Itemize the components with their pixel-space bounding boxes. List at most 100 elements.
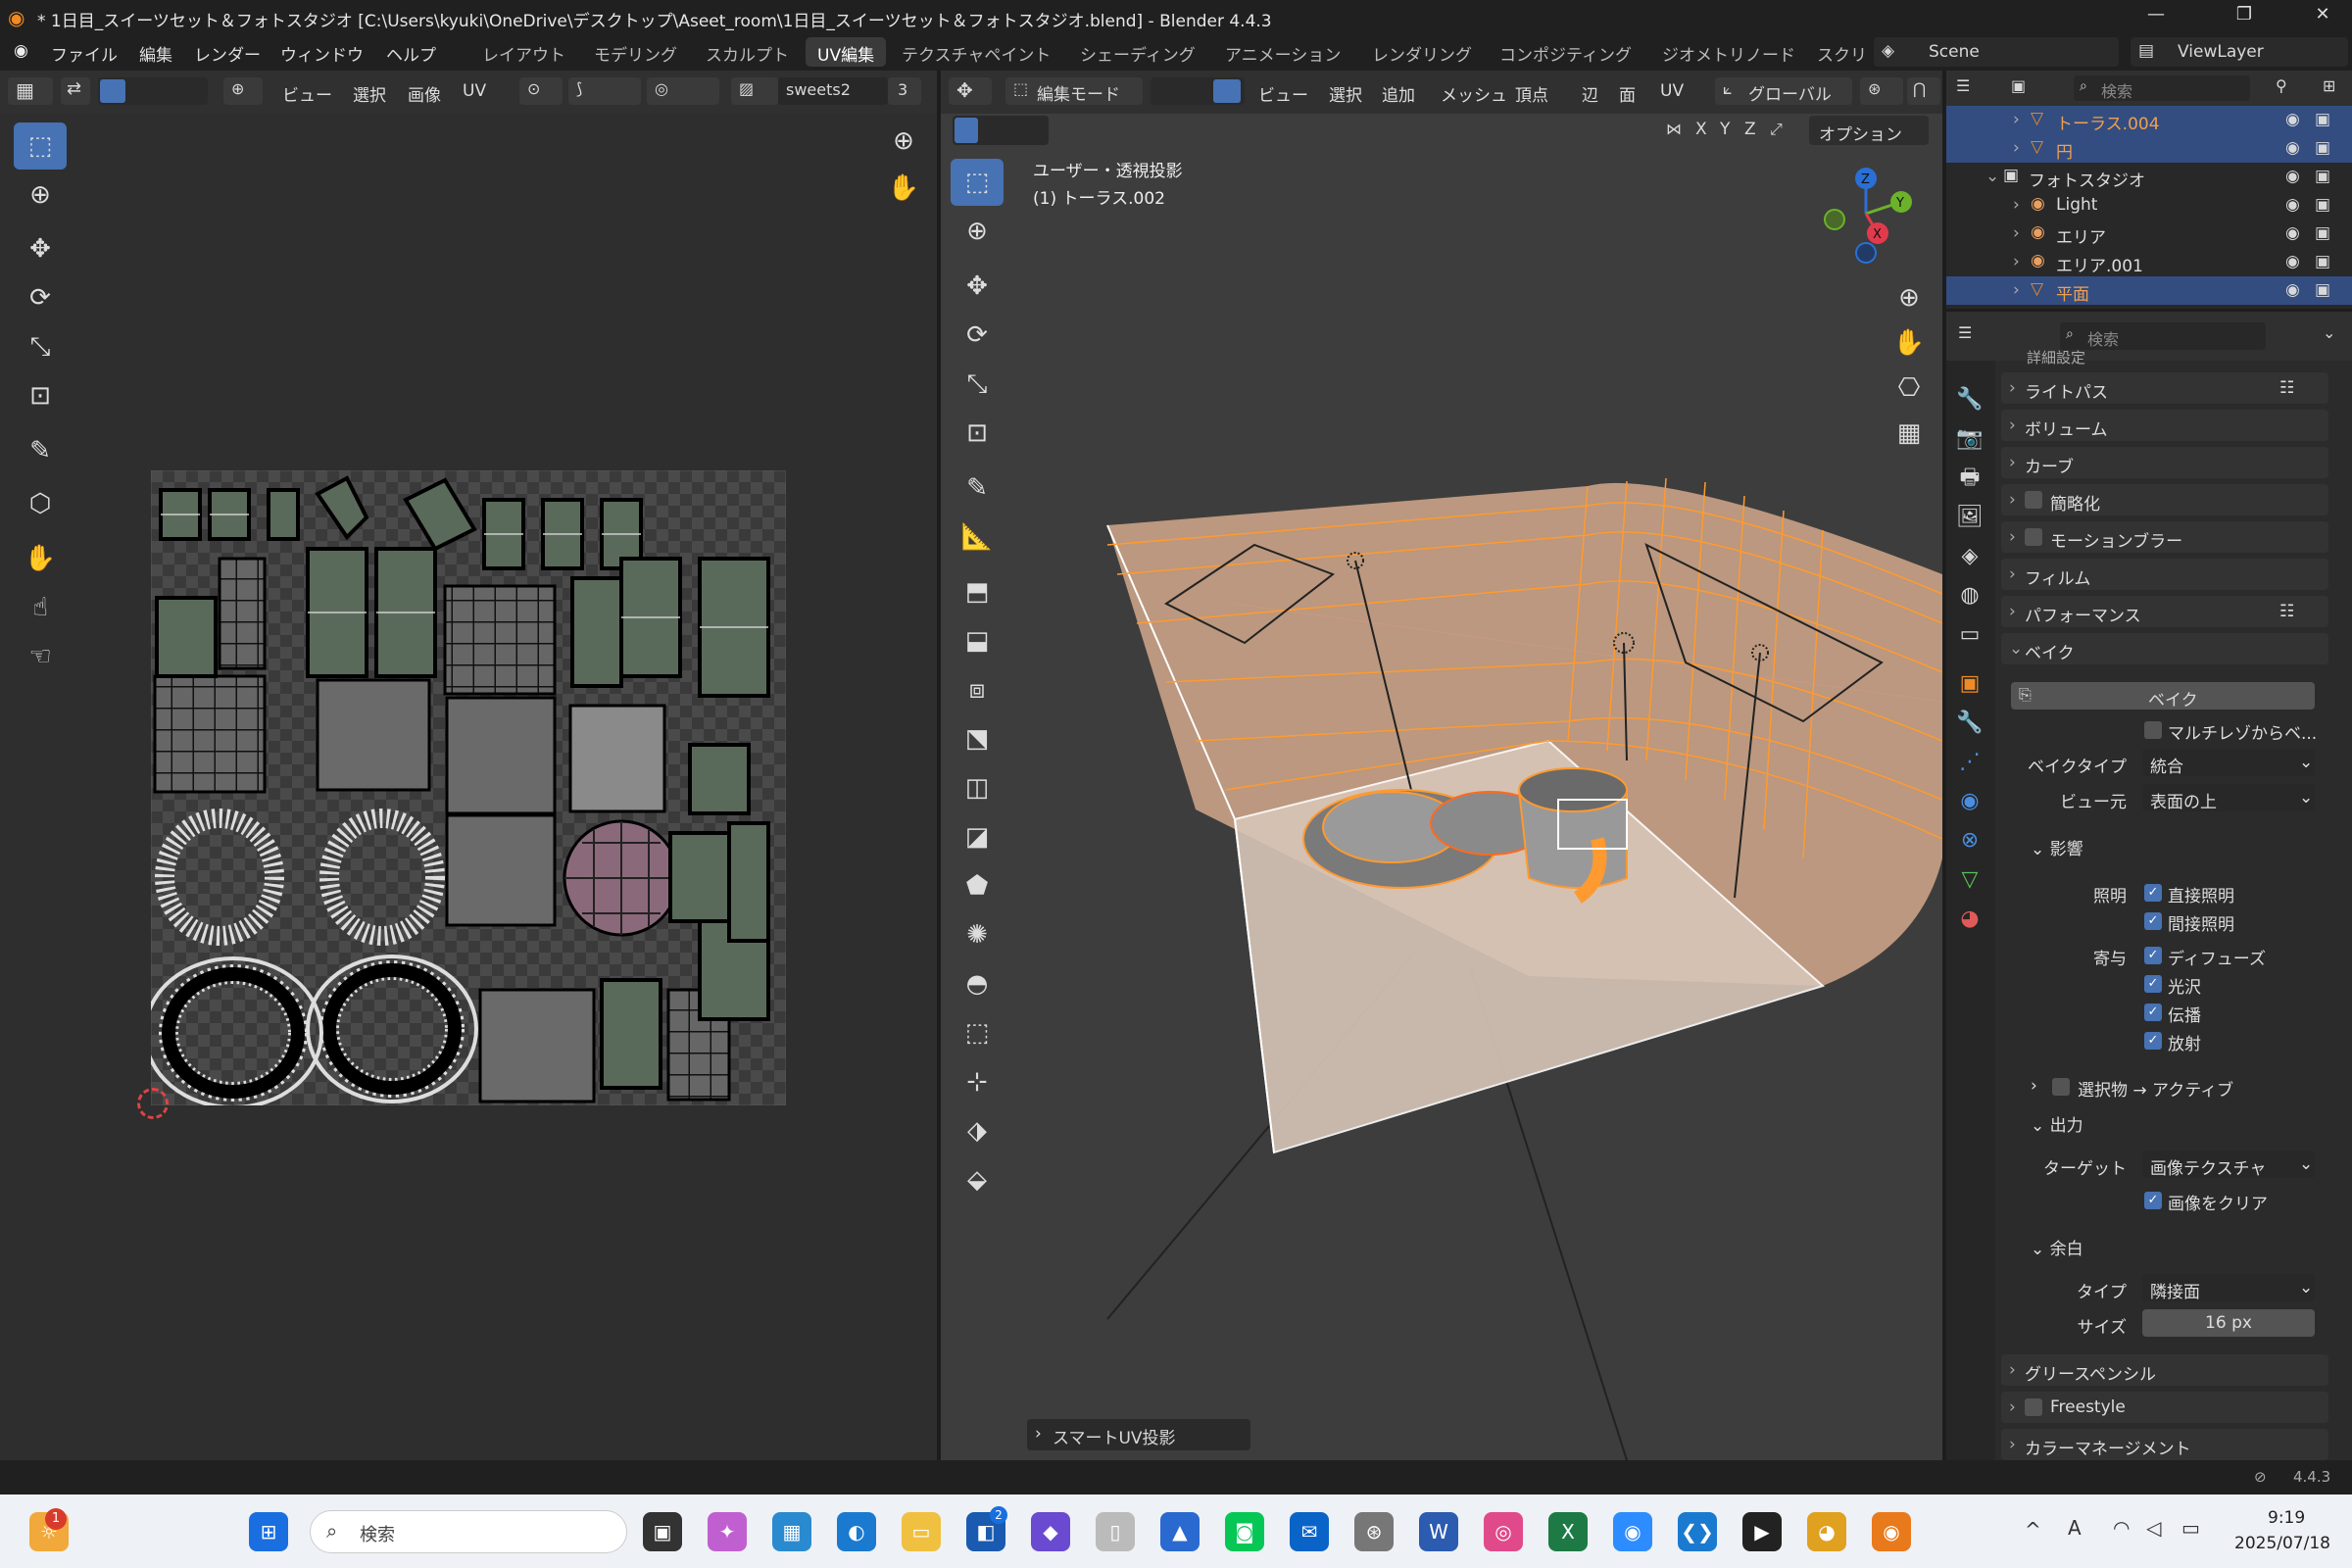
image-browse-button[interactable]: ▨ [731,77,778,105]
viewport-menu-uv[interactable]: UV [1660,81,1684,101]
vertex-mode-icon[interactable] [100,79,125,103]
last-operator-panel[interactable]: › スマートUV投影 [1027,1419,1250,1450]
transmission-checkbox[interactable]: ✓ [2144,1004,2162,1021]
simplify-checkbox[interactable] [2025,491,2042,509]
menu-window[interactable]: ウィンドウ [280,41,364,66]
expand-icon[interactable]: › [2013,195,2020,215]
diffuse-checkbox[interactable]: ✓ [2144,947,2162,964]
expand-icon[interactable]: › [2013,280,2020,300]
new-collection-icon[interactable]: ⊞ [2323,76,2335,95]
outliner-row[interactable]: › ◉ Light ◉ ▣ [1946,191,2352,220]
terminal-icon[interactable]: ▶ [1742,1512,1782,1551]
filter-icon[interactable]: ⚲ [2276,76,2287,95]
image-users-count[interactable]: 3 [888,77,921,105]
selected-to-active-subpanel[interactable]: › [2031,1076,2037,1096]
viewlayer-selector[interactable]: ▤ ViewLayer [2131,37,2348,67]
transform-orientation[interactable]: ⟀ グローバル [1715,77,1852,105]
zoom-app-icon[interactable]: ◉ [1613,1512,1652,1551]
render-camera-icon[interactable]: ▣ [2315,252,2330,271]
selected-to-active-checkbox[interactable] [2052,1078,2070,1096]
pivot-button[interactable]: ⊙ [519,77,563,105]
blender-menu-icon[interactable]: ◉ [14,41,28,61]
visibility-eye-icon[interactable]: ◉ [2285,138,2300,158]
editor-type-button[interactable]: ▦ [8,77,53,105]
tab-scripting[interactable]: スクリ [1805,37,1864,67]
data-tab-icon[interactable]: ▽ [1950,860,1989,900]
collapse-chevron-icon[interactable]: ⌄ [2323,323,2335,342]
section-volumes[interactable]: › ボリューム [2001,410,2328,441]
visibility-eye-icon[interactable]: ◉ [2285,223,2300,243]
maximize-icon[interactable]: ❐ [2215,4,2274,24]
outlook-icon[interactable]: ✉ [1290,1512,1329,1551]
settings-app-icon[interactable]: ⊛ [1354,1512,1394,1551]
tab-rendering[interactable]: レンダリング [1360,37,1484,67]
outliner-search[interactable]: ⌕ 検索 [2074,75,2250,101]
collection-tab-icon[interactable]: ▭ [1950,615,1989,655]
view-layer-tab-icon[interactable]: 🖼 [1950,498,1989,537]
snap-button[interactable]: ⟆ [568,77,641,105]
output-subpanel[interactable]: ⌄ 出力 [2031,1111,2083,1136]
viewport-menu-face[interactable]: 面 [1619,81,1636,106]
margin-type-dropdown[interactable]: 隣接面 ⌄ [2142,1274,2315,1302]
render-camera-icon[interactable]: ▣ [2315,167,2330,186]
uv-menu-select[interactable]: 選択 [353,81,386,106]
viewport-menu-view[interactable]: ビュー [1258,81,1308,106]
explorer-icon[interactable]: ▭ [902,1512,941,1551]
tab-modeling[interactable]: モデリング [582,37,689,67]
section-simplify[interactable]: › 簡略化 [2001,484,2328,515]
section-bake[interactable]: ⌄ ベイク [2001,633,2328,664]
section-grease-pencil[interactable]: › グリースペンシル [2001,1354,2328,1386]
clock-date[interactable]: 2025/07/18 [2234,1534,2330,1553]
render-tab-icon[interactable]: 📷 [1950,419,1989,459]
clock-time[interactable]: 9:19 [2268,1508,2305,1528]
m365-icon[interactable]: ◆ [1031,1512,1070,1551]
tray-chevron-icon[interactable]: ^ [2025,1518,2041,1542]
expand-icon[interactable]: › [2013,138,2020,158]
grab-tool[interactable]: ✋ [14,535,67,582]
ime-icon[interactable]: A [2068,1516,2082,1540]
section-film[interactable]: › フィルム [2001,559,2328,590]
scene-selector[interactable]: ◈ Scene [1874,37,2119,67]
tab-texture-paint[interactable]: テクスチャペイント [890,37,1062,67]
properties-editor-icon[interactable]: ☰ [1958,323,1972,342]
start-icon[interactable]: ⊞ [249,1512,288,1551]
widgets-icon[interactable]: ▦ [772,1512,811,1551]
annotate-tool[interactable]: ✎ [14,427,67,474]
uv-select-mode[interactable] [98,77,208,105]
constraints-tab-icon[interactable]: ⊗ [1950,821,1989,860]
render-camera-icon[interactable]: ▣ [2315,280,2330,300]
margin-subpanel[interactable]: ⌄ 余白 [2031,1235,2083,1259]
proportional-edit-button[interactable]: ◎ [647,77,719,105]
viewport-menu-select[interactable]: 選択 [1329,81,1362,106]
freestyle-checkbox[interactable] [2025,1398,2042,1416]
wifi-icon[interactable]: ◠ [2113,1516,2130,1540]
direct-checkbox[interactable]: ✓ [2144,884,2162,902]
tab-uv-editing[interactable]: UV編集 [806,37,887,67]
render-camera-icon[interactable]: ▣ [2315,138,2330,158]
outliner-editor-icon[interactable]: ☰ [1956,76,1970,95]
material-tab-icon[interactable]: ◕ [1950,900,1989,939]
expand-icon[interactable]: › [2013,252,2020,271]
tab-animation[interactable]: アニメーション [1213,37,1352,67]
expand-icon[interactable]: › [2013,223,2020,243]
creative-cloud-icon[interactable]: ◎ [1484,1512,1523,1551]
outliner-row[interactable]: › ▽ 平面 ◉ ▣ [1946,276,2352,305]
rotate-tool[interactable]: ⟳ [14,274,67,321]
tab-layout[interactable]: レイアウト [470,37,577,67]
scene-tab-icon[interactable]: ◈ [1950,537,1989,576]
render-camera-icon[interactable]: ▣ [2315,223,2330,243]
margin-size-field[interactable]: 16 px [2142,1309,2315,1337]
outliner-row[interactable]: ⌄ ▣ フォトスタジオ ◉ ▣ [1946,163,2352,191]
gloss-checkbox[interactable]: ✓ [2144,975,2162,993]
section-light-paths[interactable]: › ライトパス ☷ [2001,372,2328,404]
snap-toggle[interactable]: ⋂ [1907,77,1940,105]
object-tab-icon[interactable]: ▣ [1950,664,1989,704]
menu-render[interactable]: レンダー [194,41,261,66]
blender-taskbar-icon[interactable]: ◉ [1872,1512,1911,1551]
section-performance[interactable]: › パフォーマンス ☷ [2001,596,2328,627]
section-color-management[interactable]: › カラーマネージメント [2001,1429,2328,1460]
transform-tool[interactable]: ⊡ [14,372,67,419]
emit-checkbox[interactable]: ✓ [2144,1032,2162,1050]
mode-selector[interactable]: ⬚ 編集モード [1005,77,1143,105]
battery-icon[interactable]: ▭ [2181,1516,2200,1540]
